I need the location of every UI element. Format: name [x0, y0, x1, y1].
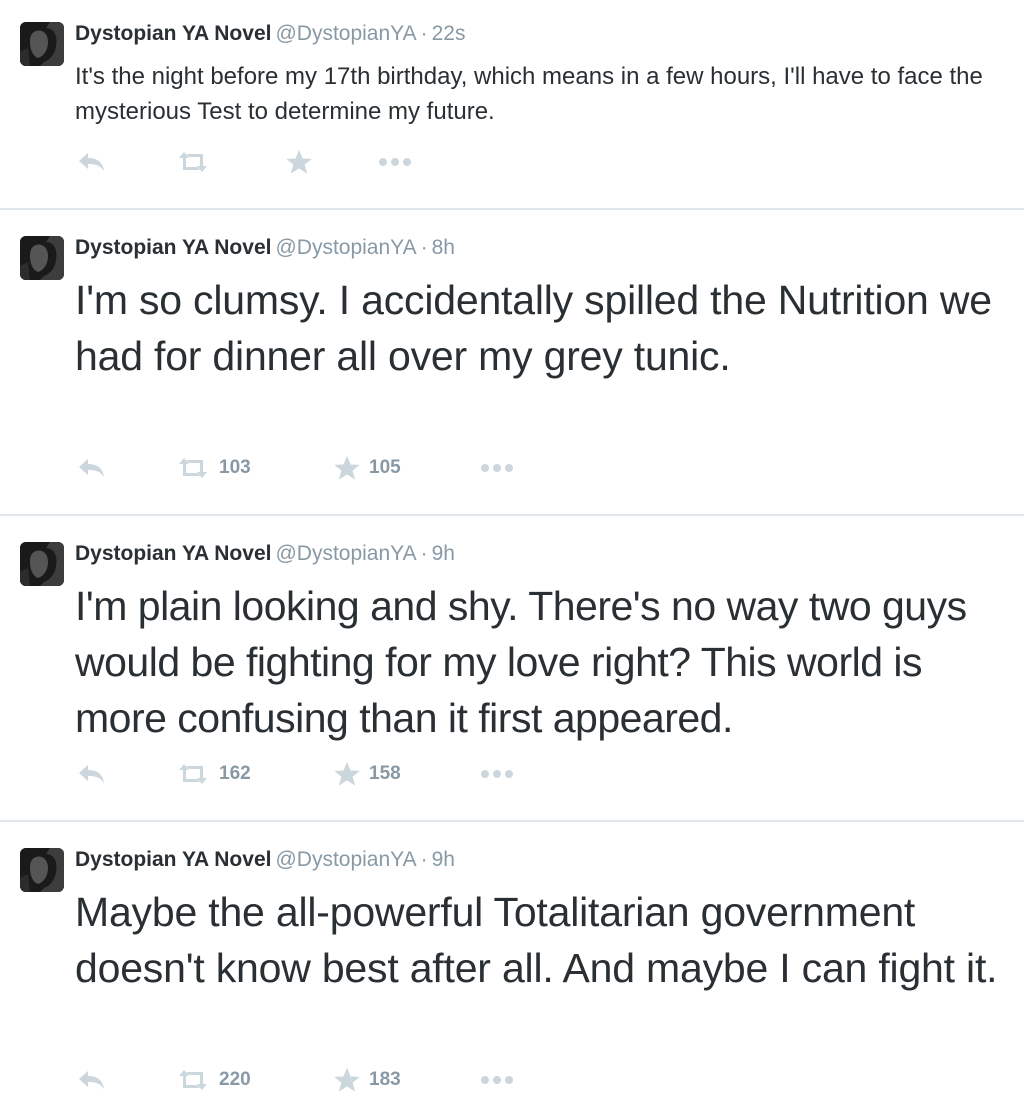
reply-icon — [79, 765, 104, 783]
retweet-icon — [179, 764, 207, 784]
star-icon — [334, 1067, 360, 1092]
retweet-count: 103 — [219, 457, 251, 478]
separator-dot: · — [420, 542, 428, 565]
more-icon — [481, 770, 513, 778]
tweet-header: Dystopian YA Novel @DystopianYA · 8h — [75, 234, 455, 262]
timestamp[interactable]: 8h — [432, 236, 455, 259]
timestamp[interactable]: 9h — [432, 542, 455, 565]
retweet-button[interactable]: 162 — [175, 759, 251, 789]
more-icon — [379, 158, 411, 166]
star-icon — [286, 149, 312, 174]
more-button[interactable] — [480, 759, 514, 789]
more-icon — [481, 464, 513, 472]
retweet-button[interactable] — [175, 147, 219, 177]
separator-dot: · — [420, 236, 428, 259]
tweet-actions: 162 158 — [75, 759, 675, 789]
avatar[interactable] — [20, 236, 64, 280]
retweet-icon — [179, 458, 207, 478]
tweet-header: Dystopian YA Novel @DystopianYA · 9h — [75, 846, 455, 874]
timestamp[interactable]: 22s — [432, 22, 466, 45]
favorite-count: 158 — [369, 763, 401, 784]
star-icon — [334, 455, 360, 480]
retweet-count: 220 — [219, 1069, 251, 1090]
tweet-text: I'm plain looking and shy. There's no wa… — [75, 583, 967, 741]
more-icon — [481, 1076, 513, 1084]
reply-icon — [79, 153, 104, 171]
retweet-button[interactable]: 220 — [175, 1065, 251, 1095]
tweet-actions: 220 183 — [75, 1065, 675, 1095]
retweet-icon — [179, 152, 207, 172]
reply-button[interactable] — [77, 759, 107, 789]
favorite-button[interactable]: 158 — [333, 759, 401, 789]
retweet-icon — [179, 1070, 207, 1090]
display-name[interactable]: Dystopian YA Novel — [75, 848, 271, 871]
tweet[interactable]: Dystopian YA Novel @DystopianYA · 9h Maybe … — [0, 822, 1024, 1118]
display-name[interactable]: Dystopian YA Novel — [75, 542, 271, 565]
tweet-feed: Dystopian YA Novel @DystopianYA · 22s It's … — [0, 0, 1024, 1118]
favorite-button[interactable] — [285, 147, 321, 177]
more-button[interactable] — [480, 453, 514, 483]
tweet-header: Dystopian YA Novel @DystopianYA · 22s — [75, 20, 465, 48]
user-handle[interactable]: @DystopianYA — [275, 22, 416, 45]
tweet-actions — [75, 147, 675, 177]
separator-dot: · — [420, 22, 428, 45]
retweet-count: 162 — [219, 763, 251, 784]
avatar[interactable] — [20, 848, 64, 892]
timestamp[interactable]: 9h — [432, 848, 455, 871]
favorite-button[interactable]: 105 — [333, 453, 401, 483]
reply-button[interactable] — [77, 1065, 107, 1095]
favorite-count: 183 — [369, 1069, 401, 1090]
reply-icon — [79, 459, 104, 477]
tweet-actions: 103 105 — [75, 453, 675, 483]
retweet-button[interactable]: 103 — [175, 453, 251, 483]
separator-dot: · — [420, 848, 428, 871]
user-handle[interactable]: @DystopianYA — [275, 236, 416, 259]
favorite-count: 105 — [369, 457, 401, 478]
user-handle[interactable]: @DystopianYA — [275, 848, 416, 871]
star-icon — [334, 761, 360, 786]
more-button[interactable] — [480, 1065, 514, 1095]
display-name[interactable]: Dystopian YA Novel — [75, 22, 271, 45]
tweet-header: Dystopian YA Novel @DystopianYA · 9h — [75, 540, 455, 568]
tweet-text: It's the night before my 17th birthday, … — [75, 63, 983, 125]
avatar[interactable] — [20, 22, 64, 66]
display-name[interactable]: Dystopian YA Novel — [75, 236, 271, 259]
tweet[interactable]: Dystopian YA Novel @DystopianYA · 8h I'm so… — [0, 210, 1024, 514]
reply-button[interactable] — [77, 453, 107, 483]
tweet[interactable]: Dystopian YA Novel @DystopianYA · 22s It's … — [0, 0, 1024, 208]
tweet-text: I'm so clumsy. I accidentally spilled th… — [75, 277, 992, 379]
reply-button[interactable] — [77, 147, 107, 177]
favorite-button[interactable]: 183 — [333, 1065, 401, 1095]
avatar[interactable] — [20, 542, 64, 586]
reply-icon — [79, 1071, 104, 1089]
user-handle[interactable]: @DystopianYA — [275, 542, 416, 565]
more-button[interactable] — [378, 147, 412, 177]
tweet-text: Maybe the all-powerful Totalitarian gove… — [75, 889, 998, 991]
tweet[interactable]: Dystopian YA Novel @DystopianYA · 9h I'm pl… — [0, 516, 1024, 820]
